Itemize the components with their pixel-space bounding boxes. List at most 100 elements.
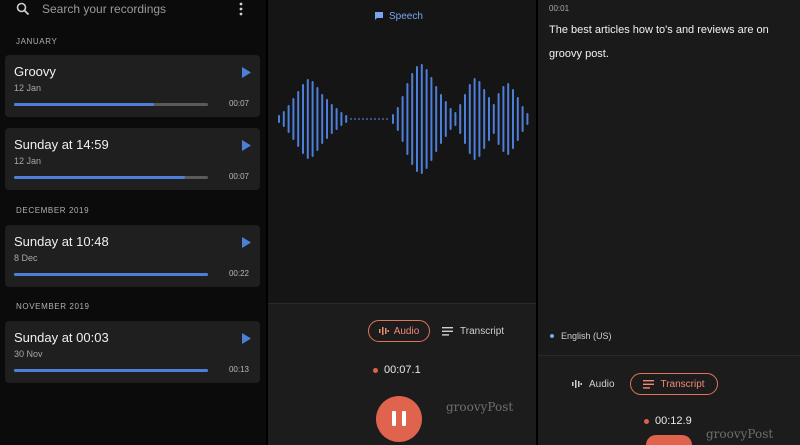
waveform-bar	[473, 78, 476, 160]
recordings-list-panel: JANUARY Groovy 12 Jan 00:07 Sunday at 14…	[0, 0, 266, 445]
progress-track[interactable]	[14, 176, 208, 179]
progress-fill	[14, 273, 208, 276]
tab-transcript[interactable]: Transcript	[630, 373, 718, 395]
waveform-bar	[488, 97, 490, 141]
tab-audio[interactable]: Audio	[368, 320, 430, 342]
pause-button[interactable]	[376, 396, 422, 442]
transcript-text: The best articles how to's and reviews a…	[549, 24, 769, 60]
transcript-controls: Audio Transcript 00:12.9 groovyPost	[538, 355, 800, 445]
elapsed-timer: 00:12.9	[644, 415, 692, 427]
waveform-bar	[440, 94, 442, 144]
tab-audio-label: Audio	[589, 378, 615, 390]
waveform-bar	[420, 64, 423, 174]
recording-date: 12 Jan	[14, 156, 42, 166]
waveform-bar	[430, 77, 433, 161]
watermark: groovyPost	[706, 427, 774, 441]
search-icon	[16, 2, 30, 16]
waveform-bar	[311, 81, 314, 157]
waveform-bar	[321, 94, 324, 144]
waveform-bar	[521, 106, 524, 132]
play-icon[interactable]	[241, 237, 251, 248]
waveform-bar	[516, 97, 519, 141]
watermark: groovyPost	[446, 400, 514, 414]
waveform-bar	[454, 112, 457, 126]
section-header: NOVEMBER 2019	[16, 302, 90, 311]
recording-card-sunday-0003[interactable]: Sunday at 00:03 30 Nov 00:13	[5, 321, 260, 383]
language-indicator[interactable]: English (US)	[550, 331, 612, 341]
play-icon[interactable]	[241, 140, 251, 151]
play-icon[interactable]	[241, 67, 251, 78]
recording-date: 12 Jan	[14, 83, 42, 93]
speech-tag: Speech	[374, 10, 423, 22]
waveform-icon	[572, 380, 582, 388]
play-icon[interactable]	[241, 333, 251, 344]
waveform-bar	[483, 89, 486, 149]
waveform-bar	[335, 108, 338, 130]
tab-audio-label: Audio	[393, 325, 420, 337]
waveform-silence-dot	[370, 118, 372, 120]
recording-title: Groovy	[14, 64, 56, 79]
waveform-bar	[297, 91, 300, 147]
transcript-lines-icon	[643, 379, 655, 389]
waveform-bar	[282, 111, 285, 127]
tab-transcript[interactable]: Transcript	[442, 320, 504, 342]
recording-card-sunday-1459[interactable]: Sunday at 14:59 12 Jan 00:07	[5, 128, 260, 190]
elapsed-timer: 00:07.1	[373, 364, 421, 376]
transcript-panel: 00:01 The best articles how to's and rev…	[538, 0, 800, 445]
section-header: DECEMBER 2019	[16, 206, 90, 215]
waveform-bar	[497, 93, 500, 145]
waveform-silence-dot	[362, 118, 364, 120]
waveform-bar	[416, 66, 418, 172]
waveform-bar	[512, 89, 514, 149]
pause-icon	[402, 411, 406, 426]
recording-card-sunday-1048[interactable]: Sunday at 10:48 8 Dec 00:22	[5, 225, 260, 287]
progress-track[interactable]	[14, 103, 208, 106]
recording-duration: 00:07	[228, 99, 249, 108]
recording-duration: 00:22	[228, 269, 249, 278]
player-controls: Audio Transcript 00:07.1 groovyPost	[268, 303, 536, 445]
progress-track[interactable]	[14, 273, 208, 276]
waveform-bar	[425, 69, 428, 169]
waveform-bar	[449, 108, 452, 130]
waveform-silence-dot	[350, 118, 352, 120]
waveform-silence-dot	[374, 118, 376, 120]
speech-label: Speech	[389, 10, 423, 22]
search-bar[interactable]	[0, 0, 266, 20]
waveform-bar	[345, 115, 348, 123]
progress-track[interactable]	[14, 369, 208, 372]
tab-transcript-label: Transcript	[660, 378, 705, 390]
more-vert-icon[interactable]	[236, 2, 246, 16]
waveform-bar	[330, 104, 333, 134]
waveform-bar	[406, 83, 409, 155]
recording-duration: 00:13	[228, 365, 249, 374]
recording-card-groovy[interactable]: Groovy 12 Jan 00:07	[5, 55, 260, 117]
waveform-bar	[435, 86, 438, 152]
waveform-bar	[492, 104, 495, 134]
tab-audio[interactable]: Audio	[572, 374, 615, 394]
language-label: English (US)	[561, 331, 612, 341]
waveform-silence-dot	[358, 118, 360, 120]
progress-fill	[14, 369, 208, 372]
waveform-bar	[326, 99, 328, 139]
player-panel: Speech Audio Transcript 00:07.1 groovyPo…	[268, 0, 536, 445]
waveform-bar	[507, 83, 510, 155]
waveform-bar	[316, 87, 319, 151]
waveform-bar	[526, 113, 529, 125]
transcript-timestamp: 00:01	[549, 4, 570, 13]
waveform-bar	[401, 96, 404, 142]
waveform-bar	[464, 94, 466, 144]
waveform-bar	[287, 105, 290, 133]
waveform-bar	[396, 107, 399, 131]
waveform-bar	[468, 84, 471, 154]
recording-title: Sunday at 00:03	[14, 330, 109, 345]
recording-duration: 00:07	[228, 172, 249, 181]
waveform-bar	[411, 73, 414, 165]
recording-dot-icon	[644, 418, 649, 424]
pause-icon	[392, 411, 396, 426]
audio-waveform[interactable]	[268, 60, 536, 180]
progress-fill	[14, 103, 154, 106]
tab-transcript-label: Transcript	[460, 325, 505, 337]
record-button[interactable]	[646, 435, 692, 445]
search-input[interactable]	[42, 1, 222, 17]
waveform-silence-dot	[354, 118, 356, 120]
